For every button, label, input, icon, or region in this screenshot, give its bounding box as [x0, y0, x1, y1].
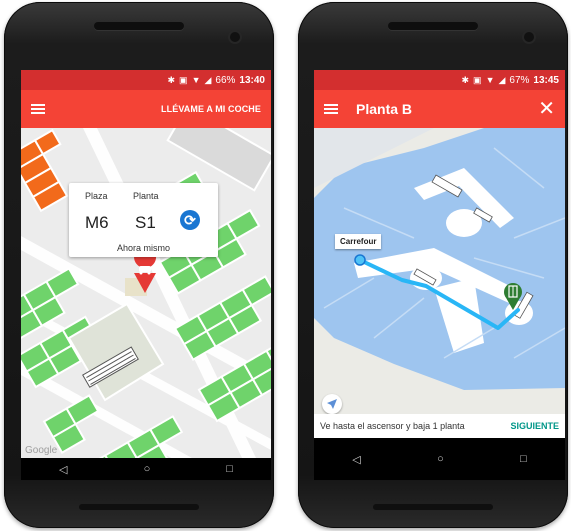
screen-left: ✱ ▣ ▼ ◢ 66% 13:40 LLÉVAME A MI COCHE Pla… [21, 70, 271, 480]
floor-title: Planta B [356, 101, 413, 117]
bottom-speaker [373, 504, 493, 510]
front-camera [524, 32, 534, 42]
status-time: 13:45 [533, 74, 559, 86]
instruction-text: Ve hasta el ascensor y baja 1 planta [320, 421, 465, 431]
phone-right: ✱ ▣ ▼ ◢ 67% 13:45 Planta B ✕ Carrefour V… [298, 2, 568, 528]
hamburger-icon[interactable] [324, 104, 338, 114]
earpiece-speaker [94, 22, 184, 30]
vibrate-icon: ▣ [179, 74, 188, 85]
planta-value: S1 [135, 213, 156, 232]
phone-left: ✱ ▣ ▼ ◢ 66% 13:40 LLÉVAME A MI COCHE Pla… [4, 2, 274, 528]
wifi-icon: ▼ [191, 75, 201, 85]
home-icon[interactable]: ○ [144, 463, 151, 475]
back-icon[interactable]: ◁ [352, 453, 360, 466]
vibrate-icon: ▣ [473, 74, 482, 85]
close-icon[interactable]: ✕ [538, 99, 555, 119]
nav-bar: ◁ ○ □ [21, 458, 271, 480]
back-icon[interactable]: ◁ [59, 463, 67, 476]
parking-map[interactable]: Plaza Planta M6 S1 ⟳ Ahora mismo Google [21, 128, 271, 460]
parking-info-card: Plaza Planta M6 S1 ⟳ Ahora mismo [69, 183, 218, 257]
signal-icon: ◢ [498, 74, 506, 85]
status-time: 13:40 [239, 74, 265, 86]
front-camera [230, 32, 240, 42]
next-button[interactable]: SIGUIENTE [510, 421, 559, 431]
indoor-map-graphic [314, 128, 565, 414]
parking-map-graphic [21, 128, 271, 460]
bottom-speaker [79, 504, 199, 510]
store-marker-label[interactable]: Carrefour [335, 234, 382, 249]
instruction-bar: Ve hasta el ascensor y baja 1 planta SIG… [314, 414, 565, 438]
location-dot-icon [354, 254, 366, 266]
home-icon[interactable]: ○ [437, 453, 444, 465]
nav-bar: ◁ ○ □ [314, 438, 565, 480]
take-me-to-car-button[interactable]: LLÉVAME A MI COCHE [161, 104, 261, 114]
hamburger-icon[interactable] [31, 104, 45, 114]
battery-percent: 67% [509, 74, 530, 86]
app-bar: LLÉVAME A MI COCHE [21, 90, 271, 128]
plaza-label: Plaza [85, 191, 108, 201]
bluetooth-icon: ✱ [167, 74, 176, 85]
battery-percent: 66% [215, 74, 236, 86]
bluetooth-icon: ✱ [461, 74, 470, 85]
google-attribution: Google [25, 445, 58, 456]
recents-icon[interactable]: □ [226, 463, 233, 475]
navigation-arrow-icon[interactable] [322, 394, 342, 414]
screen-right: ✱ ▣ ▼ ◢ 67% 13:45 Planta B ✕ Carrefour V… [314, 70, 565, 480]
indoor-map[interactable]: Carrefour [314, 128, 565, 414]
plaza-value: M6 [85, 213, 109, 232]
wifi-icon: ▼ [485, 75, 495, 85]
recents-icon[interactable]: □ [520, 453, 527, 465]
status-bar: ✱ ▣ ▼ ◢ 67% 13:45 [314, 70, 565, 90]
earpiece-speaker [388, 22, 478, 30]
app-bar: Planta B ✕ [314, 90, 565, 128]
status-bar: ✱ ▣ ▼ ◢ 66% 13:40 [21, 70, 271, 90]
signal-icon: ◢ [204, 74, 212, 85]
planta-label: Planta [133, 191, 159, 201]
updated-label: Ahora mismo [116, 243, 170, 253]
refresh-icon[interactable]: ⟳ [180, 210, 200, 230]
